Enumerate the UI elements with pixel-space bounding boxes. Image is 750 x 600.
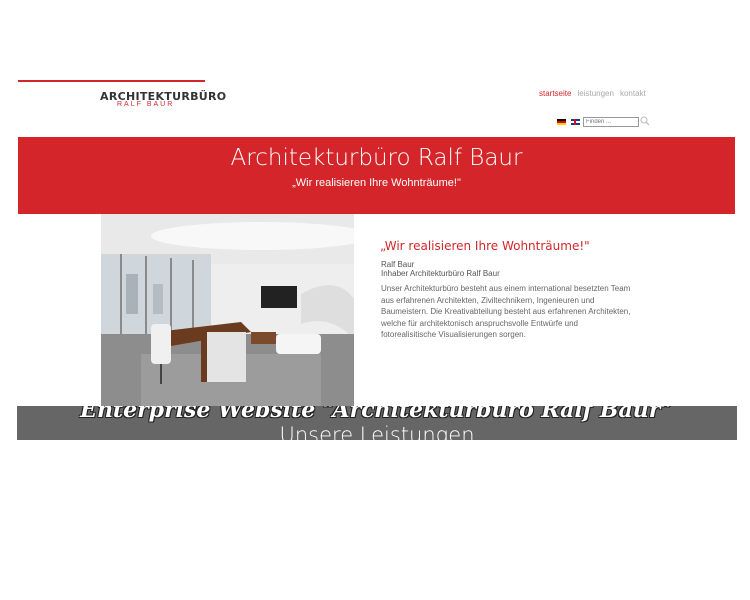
intro-quote: „Wir realisieren Ihre Wohnträume!" bbox=[380, 239, 590, 253]
services-heading: Unsere Leistungen bbox=[279, 423, 475, 440]
intro-text: Unser Architekturbüro besteht aus einem … bbox=[381, 284, 631, 339]
english-flag-icon[interactable] bbox=[571, 119, 580, 125]
search-icon[interactable] bbox=[640, 116, 650, 126]
caption-overlay: Enterprise Website “Architekturbüro Ralf… bbox=[17, 406, 737, 440]
language-switcher bbox=[557, 119, 580, 125]
main-nav: startseite leistungen kontakt bbox=[539, 89, 646, 98]
nav-startseite[interactable]: startseite bbox=[539, 89, 571, 98]
logo-underline bbox=[18, 80, 205, 82]
nav-leistungen[interactable]: leistungen bbox=[577, 89, 613, 98]
overlay-caption: Enterprise Website “Architekturbüro Ralf… bbox=[80, 406, 674, 423]
owner-name: Ralf Baur bbox=[381, 260, 415, 269]
german-flag-icon[interactable] bbox=[557, 119, 566, 125]
hero-banner: Architekturbüro Ralf Baur „Wir realisier… bbox=[18, 137, 735, 214]
nav-kontakt[interactable]: kontakt bbox=[620, 89, 646, 98]
office-photo bbox=[101, 214, 354, 409]
owner-role: Inhaber Architekturbüro Ralf Baur bbox=[381, 269, 500, 278]
search-input[interactable] bbox=[583, 117, 639, 127]
banner-title: Architekturbüro Ralf Baur bbox=[230, 145, 523, 171]
logo-subtitle[interactable]: RALF BAUR bbox=[117, 101, 174, 108]
banner-subtitle: „Wir realisieren Ihre Wohnträume!" bbox=[292, 177, 461, 189]
